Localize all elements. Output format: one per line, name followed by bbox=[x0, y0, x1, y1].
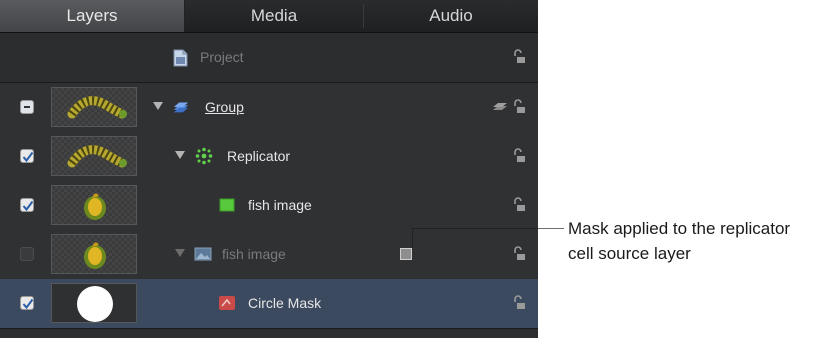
lock-icon[interactable] bbox=[512, 148, 526, 164]
group-stack-icon bbox=[173, 102, 189, 113]
project-document-icon bbox=[173, 49, 188, 67]
layer-name: Replicator bbox=[227, 148, 291, 164]
layer-thumbnail bbox=[51, 136, 137, 176]
callout-line-2: cell source layer bbox=[568, 244, 691, 263]
layer-row-circle-mask[interactable]: Circle Mask bbox=[0, 279, 538, 329]
layer-name: fish image bbox=[248, 197, 312, 213]
layer-name: fish image bbox=[222, 246, 286, 262]
tab-layers[interactable]: Layers bbox=[0, 0, 185, 32]
layer-row-group[interactable]: Group bbox=[0, 83, 538, 133]
tab-audio[interactable]: Audio bbox=[364, 0, 538, 32]
layer-visibility-checkbox[interactable] bbox=[20, 296, 34, 310]
fish-thumbnail-icon bbox=[84, 242, 106, 269]
layer-thumbnail bbox=[51, 234, 137, 274]
layer-visibility-checkbox[interactable] bbox=[20, 198, 34, 212]
layer-thumbnail bbox=[51, 283, 137, 323]
lock-icon[interactable] bbox=[512, 197, 526, 213]
lock-icon[interactable] bbox=[512, 49, 526, 65]
layer-row-replicator[interactable]: Replicator bbox=[0, 132, 538, 182]
green-image-icon bbox=[219, 198, 235, 212]
image-layer-icon bbox=[194, 247, 212, 261]
caterpillar-thumbnail-icon bbox=[67, 96, 127, 119]
layer-visibility-checkbox[interactable] bbox=[20, 149, 34, 163]
layer-visibility-checkbox[interactable] bbox=[20, 247, 34, 261]
layer-row-project[interactable]: Project bbox=[0, 33, 538, 83]
layers-panel: Layers Media Audio Project Group Replica… bbox=[0, 0, 538, 338]
layer-name: Circle Mask bbox=[248, 295, 322, 311]
layer-thumbnail bbox=[51, 87, 137, 127]
layer-stack-icon[interactable] bbox=[492, 100, 508, 114]
checkmark-icon bbox=[22, 298, 34, 310]
tab-media[interactable]: Media bbox=[185, 0, 363, 32]
layer-visibility-checkbox[interactable] bbox=[20, 100, 34, 114]
mask-marker-icon[interactable] bbox=[400, 248, 412, 260]
replicator-icon bbox=[195, 147, 213, 165]
layer-row-fish-image[interactable]: fish image bbox=[0, 181, 538, 231]
checkmark-icon bbox=[22, 200, 34, 212]
callout-leader-line bbox=[412, 228, 564, 248]
callout-line-1: Mask applied to the replicator bbox=[568, 219, 791, 238]
disclosure-triangle-icon[interactable] bbox=[175, 249, 185, 257]
caterpillar-thumbnail-icon bbox=[67, 145, 127, 168]
fish-thumbnail-icon bbox=[84, 193, 106, 220]
layer-name: Group bbox=[205, 99, 244, 115]
mask-icon bbox=[219, 296, 235, 310]
panel-tab-bar: Layers Media Audio bbox=[0, 0, 538, 33]
lock-icon[interactable] bbox=[512, 99, 526, 115]
callout-annotation: Mask applied to the replicator cell sour… bbox=[568, 216, 816, 266]
disclosure-triangle-icon[interactable] bbox=[175, 151, 185, 159]
layer-name: Project bbox=[200, 49, 244, 65]
layer-thumbnail bbox=[51, 185, 137, 225]
checkmark-icon bbox=[22, 151, 34, 163]
white-circle-thumbnail-icon bbox=[77, 286, 113, 322]
disclosure-triangle-icon[interactable] bbox=[153, 102, 163, 110]
lock-icon[interactable] bbox=[512, 295, 526, 311]
